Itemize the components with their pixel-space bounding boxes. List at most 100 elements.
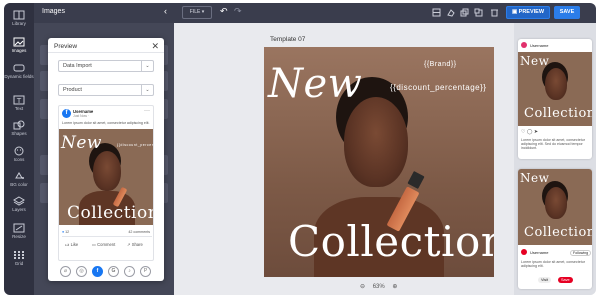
comment-button[interactable]: ▭ Comment bbox=[92, 242, 115, 247]
pinterest-username: Username bbox=[530, 250, 549, 255]
instagram-preview-card[interactable]: Username New Collection ♡ ◯ ➤ Lorem ipsu… bbox=[518, 39, 592, 159]
tiktok-icon[interactable]: ♪ bbox=[124, 266, 135, 277]
zoom-in-icon[interactable]: ⊕ bbox=[392, 283, 397, 290]
rail-item-bg-color[interactable]: BG color bbox=[4, 171, 34, 187]
eraser-icon[interactable] bbox=[446, 8, 455, 17]
thumb-headline-collection: Collection bbox=[524, 106, 592, 121]
rail-label: Text bbox=[14, 106, 24, 111]
artboard[interactable]: New {{Brand}} {{discount_percentage}} Co… bbox=[264, 47, 494, 277]
like-reaction-icon: ● bbox=[62, 230, 65, 234]
rail-item-grid[interactable]: Grid bbox=[4, 250, 34, 266]
post-timestamp: Just Now · bbox=[73, 114, 90, 118]
save-button[interactable]: SAVE bbox=[554, 6, 580, 19]
rail-item-layers[interactable]: Layers bbox=[4, 196, 34, 212]
pinterest-icon[interactable]: ⌀ bbox=[60, 266, 71, 277]
modal-divider bbox=[48, 52, 164, 53]
grid-icon bbox=[14, 251, 24, 259]
rail-item-images[interactable]: Images bbox=[4, 37, 34, 53]
zoom-control: ⊖ 63% ⊕ bbox=[360, 283, 397, 290]
resize-icon bbox=[13, 223, 25, 233]
rail-item-library[interactable]: Library bbox=[4, 10, 34, 26]
photo-face bbox=[344, 97, 408, 187]
chevron-down-icon: ⌄ bbox=[141, 85, 153, 95]
rail-item-icons[interactable]: Icons bbox=[4, 146, 34, 162]
file-menu-label: FILE bbox=[189, 9, 201, 15]
like-label: Like bbox=[70, 242, 79, 247]
chevron-down-icon: ⌄ bbox=[141, 61, 153, 71]
rail-label: Images bbox=[11, 48, 27, 53]
thumb-face bbox=[545, 68, 567, 100]
left-tool-rail: Library Images Dynamic fields T Text Sha… bbox=[4, 3, 34, 295]
rail-label: Icons bbox=[13, 157, 25, 162]
rail-label: Layers bbox=[12, 207, 26, 212]
align-icon[interactable] bbox=[432, 8, 441, 17]
rail-label: BG color bbox=[10, 182, 28, 187]
google-icon[interactable]: G bbox=[108, 266, 119, 277]
bg-color-icon bbox=[15, 172, 24, 179]
rail-label: Grid bbox=[14, 261, 24, 266]
pinterest-follow-button[interactable]: Following bbox=[570, 250, 592, 256]
dynamic-fields-icon bbox=[13, 64, 25, 72]
rail-item-text[interactable]: T Text bbox=[4, 95, 34, 111]
data-source-value: Data Import bbox=[63, 63, 92, 69]
collapse-panel-chevron-icon[interactable]: ‹ bbox=[164, 6, 167, 16]
thumb-headline-new: New bbox=[520, 54, 550, 68]
layers-stack-icon[interactable] bbox=[460, 8, 469, 17]
instagram-actions-icon[interactable]: ♡ ◯ ➤ bbox=[521, 129, 538, 135]
rail-label: Library bbox=[12, 21, 26, 26]
panel-title: Images bbox=[42, 8, 65, 15]
discount-field[interactable]: {{discount_percentage}} bbox=[390, 83, 486, 92]
thumb-headline-new: New bbox=[520, 171, 550, 185]
instagram-username: Username bbox=[530, 43, 549, 48]
rail-label: Shapes bbox=[11, 131, 27, 136]
thumb-headline-collection: Collection bbox=[524, 225, 592, 240]
rail-item-resize[interactable]: Resize bbox=[4, 223, 34, 239]
preview-button-label: PREVIEW bbox=[518, 9, 545, 15]
svg-text:T: T bbox=[16, 97, 22, 105]
delete-icon[interactable] bbox=[490, 8, 499, 17]
post-divider bbox=[62, 236, 152, 237]
pinterest-visit-button[interactable]: Visit bbox=[538, 277, 552, 283]
pinterest-alt-icon[interactable]: P bbox=[140, 266, 151, 277]
preview-button[interactable]: ▣ PREVIEW bbox=[506, 6, 550, 19]
facebook-icon[interactable]: f bbox=[92, 266, 103, 277]
rail-label: Dynamic fields bbox=[4, 74, 34, 79]
pinterest-avatar bbox=[521, 249, 527, 255]
headline-collection[interactable]: Collection bbox=[288, 217, 494, 266]
rail-item-dynamic-fields[interactable]: Dynamic fields bbox=[4, 63, 34, 79]
post-discount-field: {{discount_percentage}} bbox=[117, 143, 154, 147]
copy-icon[interactable] bbox=[474, 8, 483, 17]
redo-icon[interactable]: ↷ bbox=[234, 6, 242, 17]
comment-icon: ▭ bbox=[92, 242, 96, 247]
thumb-face bbox=[545, 187, 567, 219]
headline-new[interactable]: New bbox=[268, 61, 362, 107]
pinterest-preview-card[interactable]: New Collection Username Following Lorem … bbox=[518, 169, 592, 289]
undo-icon[interactable]: ↶ bbox=[220, 6, 228, 17]
social-previews-panel: Username New Collection ♡ ◯ ➤ Lorem ipsu… bbox=[514, 23, 596, 295]
more-options-icon[interactable]: ··· bbox=[144, 108, 150, 114]
top-toolbar: Images ‹ FILE ▾ ↶ ↷ ▣ PREVIEW SAVE bbox=[34, 3, 596, 23]
rail-item-shapes[interactable]: Shapes bbox=[4, 120, 34, 136]
post-image: New {{discount_percentage}} Collection bbox=[59, 129, 154, 225]
app-window: Library Images Dynamic fields T Text Sha… bbox=[4, 3, 596, 295]
like-button[interactable]: 👍︎ Like bbox=[65, 242, 78, 248]
thumbs-up-icon: 👍︎ bbox=[65, 242, 70, 247]
file-menu-button[interactable]: FILE ▾ bbox=[182, 6, 212, 19]
data-source-select[interactable]: Data Import ⌄ bbox=[58, 60, 154, 72]
image-icon bbox=[13, 37, 25, 47]
zoom-out-icon[interactable]: ⊖ bbox=[360, 283, 365, 290]
close-icon[interactable]: ✕ bbox=[151, 41, 159, 52]
pinterest-caption: Lorem ipsum dolor sit amet, consectetur … bbox=[521, 260, 585, 268]
pinterest-save-button[interactable]: Save bbox=[558, 277, 573, 283]
rail-label: Resize bbox=[12, 234, 26, 239]
share-button[interactable]: ↗ Share bbox=[127, 242, 143, 247]
post-caption: Lorem ipsum dolor sit amet, consectetur … bbox=[62, 121, 150, 125]
instagram-post-image: New Collection bbox=[518, 52, 592, 126]
post-headline-new: New bbox=[61, 133, 102, 153]
brand-field[interactable]: {{Brand}} bbox=[424, 61, 457, 68]
post-face bbox=[93, 151, 121, 191]
instagram-icon[interactable]: ◎ bbox=[76, 266, 87, 277]
share-label: Share bbox=[131, 242, 143, 247]
product-select[interactable]: Product ⌄ bbox=[58, 84, 154, 96]
smiley-icon bbox=[14, 146, 24, 156]
